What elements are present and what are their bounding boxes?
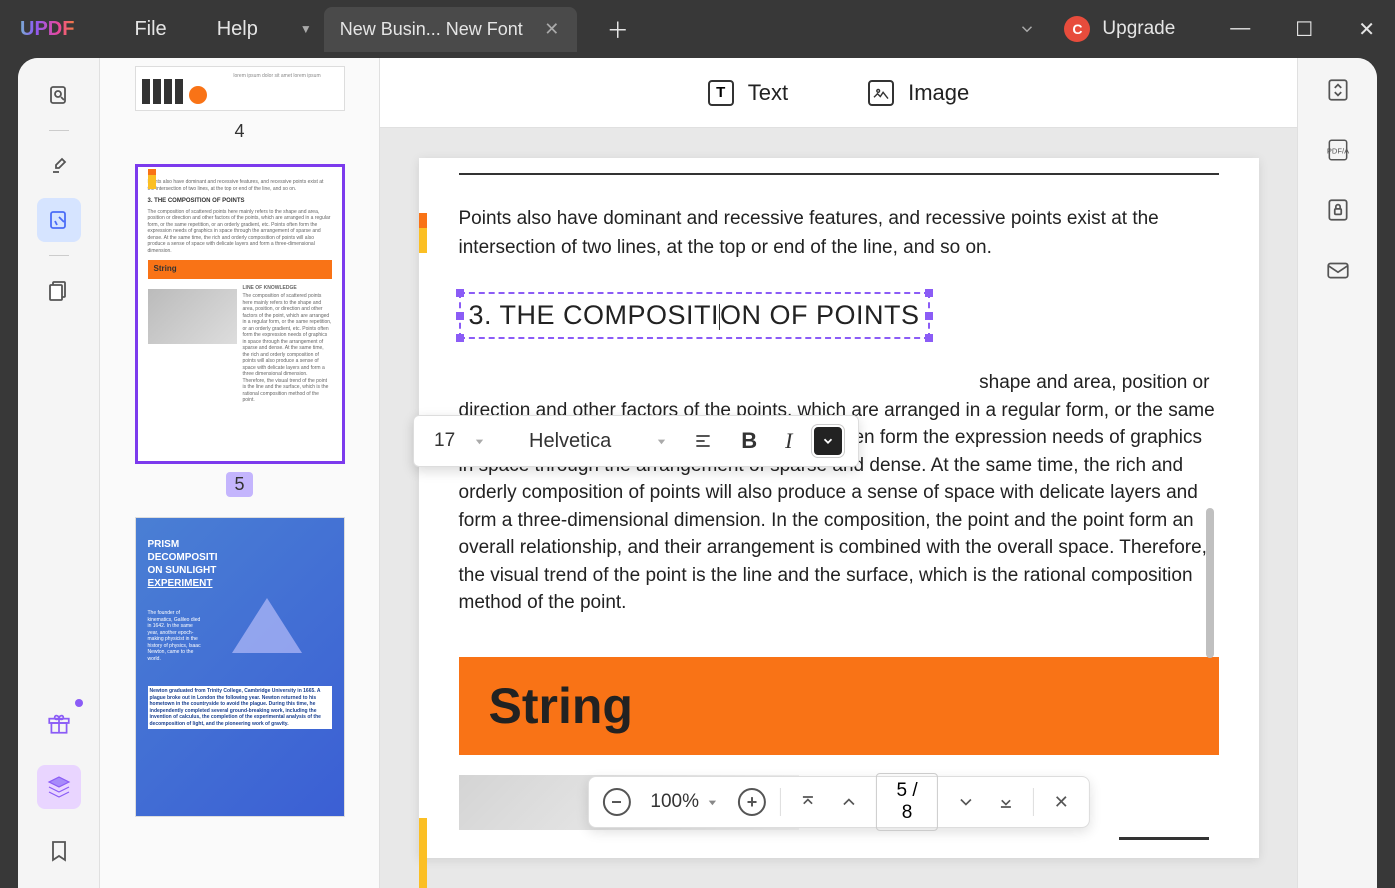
tab-add-button[interactable]: ＋ xyxy=(597,5,639,53)
convert-button[interactable] xyxy=(1321,73,1355,107)
color-picker-button[interactable] xyxy=(812,425,844,457)
align-button[interactable] xyxy=(679,423,727,459)
prev-page-button[interactable] xyxy=(835,787,861,817)
zoom-in-button[interactable]: + xyxy=(738,787,766,817)
gift-button[interactable] xyxy=(37,701,81,745)
upgrade-label: Upgrade xyxy=(1102,18,1175,40)
page-view[interactable]: Points also have dominant and recessive … xyxy=(380,128,1297,888)
edit-image-label: Image xyxy=(908,80,969,106)
thumbnail-page-6[interactable]: PRISM DECOMPOSITI ON SUNLIGHT EXPERIMENT… xyxy=(130,517,349,817)
thumbnail-page-5[interactable]: Points also have dominant and recessive … xyxy=(130,164,349,497)
last-page-button[interactable] xyxy=(993,787,1019,817)
paragraph[interactable]: Points also have dominant and recessive … xyxy=(459,205,1219,262)
close-button[interactable]: ✕ xyxy=(1348,13,1385,46)
thumbnail-page-4[interactable]: lorem ipsum dolor sit amet lorem ipsum 4 xyxy=(130,66,349,144)
notification-dot-icon xyxy=(75,699,83,707)
menu-file[interactable]: File xyxy=(134,18,166,41)
page-navigation: − 100% + 5 / 8 ✕ xyxy=(587,776,1089,828)
close-nav-button[interactable]: ✕ xyxy=(1048,787,1074,817)
zoom-level[interactable]: 100% xyxy=(644,791,724,813)
edit-toolbar: T Text Image xyxy=(380,58,1297,128)
thumbnails-panel: lorem ipsum dolor sit amet lorem ipsum 4… xyxy=(100,58,380,888)
tab-active[interactable]: New Busin... New Font ✕ xyxy=(324,7,577,52)
left-toolbar xyxy=(18,58,100,888)
bold-button[interactable]: B xyxy=(727,420,771,462)
maximize-button[interactable]: ☐ xyxy=(1285,13,1323,46)
pages-tool[interactable] xyxy=(37,269,81,313)
image-icon xyxy=(868,80,894,106)
close-icon[interactable]: ✕ xyxy=(543,19,561,40)
highlighter-tool[interactable] xyxy=(37,144,81,188)
menu-bar: File Help xyxy=(134,18,257,41)
titlebar: UPDF File Help ▼ New Busin... New Font ✕… xyxy=(0,0,1395,58)
tab-title: New Busin... New Font xyxy=(340,19,523,40)
font-size-dropdown[interactable]: 17 xyxy=(422,422,497,460)
separator xyxy=(49,255,69,256)
main-area: lorem ipsum dolor sit amet lorem ipsum 4… xyxy=(18,58,1377,888)
paragraph[interactable]: The composition of scattered points: her… xyxy=(459,369,1219,617)
italic-button[interactable]: I xyxy=(771,420,806,462)
tabs: ▼ New Busin... New Font ✕ ＋ xyxy=(288,5,639,53)
lock-button[interactable] xyxy=(1321,193,1355,227)
zoom-out-button[interactable]: − xyxy=(602,787,630,817)
first-page-button[interactable] xyxy=(795,787,821,817)
separator xyxy=(49,130,69,131)
font-family-dropdown[interactable]: Helvetica xyxy=(497,422,679,461)
document-area: T Text Image Points also have dominant a… xyxy=(380,58,1297,888)
svg-text:PDF/A: PDF/A xyxy=(1326,146,1349,155)
page-input[interactable]: 5 / 8 xyxy=(876,773,939,831)
upgrade-avatar-icon: C xyxy=(1064,16,1090,42)
right-toolbar: PDF/A xyxy=(1297,58,1377,888)
page-content: Points also have dominant and recessive … xyxy=(419,158,1259,858)
thumb-number: 5 xyxy=(226,472,252,497)
scrollbar[interactable] xyxy=(1206,508,1214,658)
edit-image-button[interactable]: Image xyxy=(868,80,969,106)
upgrade-button[interactable]: C Upgrade xyxy=(1064,16,1175,42)
chevron-down-icon[interactable] xyxy=(1010,12,1044,46)
selected-text-box[interactable]: 3. THE COMPOSITION OF POINTS xyxy=(459,292,930,339)
edit-text-label: Text xyxy=(748,80,788,106)
edit-tool[interactable] xyxy=(37,198,81,242)
app-logo: UPDF xyxy=(10,18,84,41)
tabs-dropdown-icon[interactable]: ▼ xyxy=(288,14,324,44)
text-format-toolbar: 17 Helvetica B I xyxy=(413,415,859,467)
mail-button[interactable] xyxy=(1321,253,1355,287)
string-heading-block[interactable]: String xyxy=(459,657,1219,755)
layers-button[interactable] xyxy=(37,765,81,809)
search-tool[interactable] xyxy=(37,73,81,117)
next-page-button[interactable] xyxy=(952,787,978,817)
menu-help[interactable]: Help xyxy=(217,18,258,41)
minimize-button[interactable]: — xyxy=(1220,13,1260,46)
pdfa-button[interactable]: PDF/A xyxy=(1321,133,1355,167)
edit-text-button[interactable]: T Text xyxy=(708,80,788,106)
thumb-number: 4 xyxy=(226,119,252,144)
text-icon: T xyxy=(708,80,734,106)
bookmark-button[interactable] xyxy=(37,829,81,873)
